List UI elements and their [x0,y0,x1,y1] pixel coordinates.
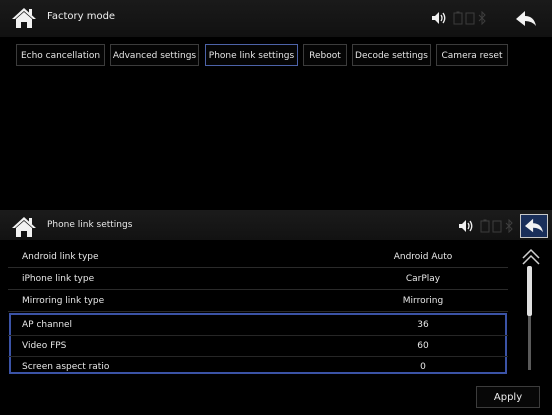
setting-label: iPhone link type [22,274,95,284]
battery-icon [480,219,490,233]
apply-button[interactable]: Apply [476,386,540,408]
setting-row-ap-channel[interactable]: AP channel 36 [8,314,508,336]
back-icon [525,218,543,233]
back-icon[interactable] [514,9,538,29]
tab-decode-settings[interactable]: Decode settings [352,44,431,66]
setting-value: CarPlay [405,274,441,284]
setting-row-mirroring-link-type[interactable]: Mirroring link type Mirroring [8,290,508,312]
setting-label: Screen aspect ratio [22,362,110,372]
tab-camera-reset[interactable]: Camera reset [436,44,508,66]
setting-label: AP channel [22,320,73,330]
setting-value: Android Auto [393,252,453,262]
subheader-title: Phone link settings [47,220,133,230]
bluetooth-icon [505,219,513,233]
setting-row-video-fps[interactable]: Video FPS 60 [8,335,508,357]
setting-value: Mirroring [402,296,444,306]
tab-phone-link-settings[interactable]: Phone link settings [205,44,298,66]
setting-value: 36 [417,320,429,330]
tab-echo-cancellation[interactable]: Echo cancellation [16,44,105,66]
home-icon[interactable] [11,6,37,30]
setting-row-android-link-type[interactable]: Android link type Android Auto [8,246,508,268]
setting-label: Video FPS [22,341,67,351]
battery-icon [492,220,502,233]
scrollbar-thumb[interactable] [527,266,532,316]
setting-label: Mirroring link type [22,296,105,306]
battery-icon [465,12,475,25]
setting-row-iphone-link-type[interactable]: iPhone link type CarPlay [8,268,508,290]
volume-icon [459,220,473,232]
back-button[interactable] [520,214,548,238]
setting-value: 60 [417,341,429,351]
setting-value: 0 [420,362,426,372]
setting-row-screen-aspect-ratio[interactable]: Screen aspect ratio 0 [8,356,508,378]
bluetooth-icon [478,11,486,25]
home-icon[interactable] [11,215,37,239]
page-title: Factory mode [47,11,116,22]
tab-advanced-settings[interactable]: Advanced settings [110,44,199,66]
setting-label: Android link type [22,252,99,262]
scroll-up-icon[interactable] [521,248,541,266]
battery-icon [453,11,463,25]
volume-icon [432,12,446,24]
tab-reboot[interactable]: Reboot [303,44,347,66]
